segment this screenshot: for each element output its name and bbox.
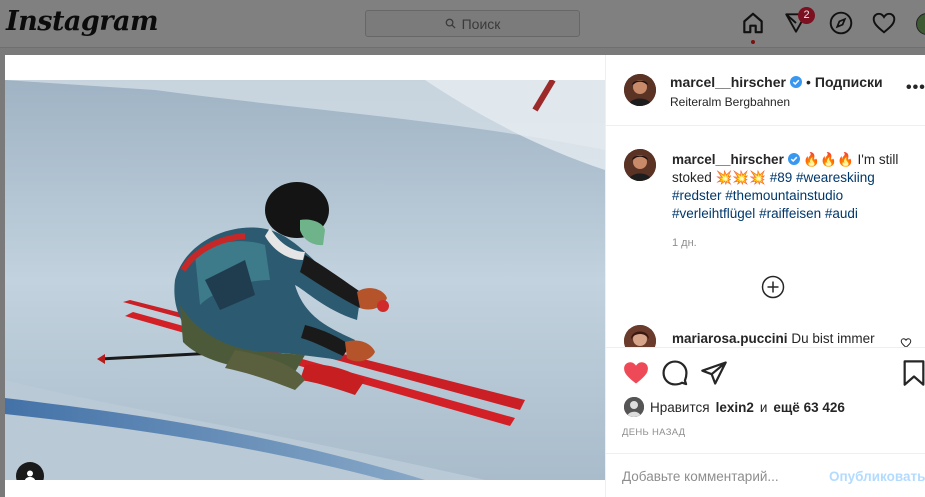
instagram-logo[interactable]: Instagram	[6, 6, 159, 37]
author-line: marcel__hirscher • Подписки	[670, 74, 883, 90]
hashtag-link[interactable]: #themountainstudio	[725, 188, 843, 203]
skier-photo	[5, 80, 605, 480]
caption-author-avatar[interactable]	[624, 149, 656, 181]
location-link[interactable]: Reiteralm Bergbahnen	[670, 95, 790, 109]
save-button[interactable]	[900, 359, 925, 387]
header-separator: •	[805, 74, 811, 90]
direct-icon	[701, 361, 727, 385]
like-button[interactable]	[622, 359, 650, 387]
home-active-dot	[751, 40, 755, 44]
hashtag-link[interactable]: #audi	[825, 206, 858, 221]
liker-avatar[interactable]	[624, 397, 644, 417]
heart-icon[interactable]	[871, 10, 897, 36]
search-input[interactable]: Поиск	[365, 10, 580, 37]
post-date[interactable]: ДЕНЬ НАЗАД	[622, 427, 685, 438]
comment-icon	[662, 360, 688, 386]
likes-count[interactable]: ещё 63 426	[773, 400, 844, 415]
profile-avatar[interactable]	[916, 13, 925, 35]
comments-list[interactable]: marcel__hirscher 🔥🔥🔥 I'm still stoked 💥💥…	[606, 127, 925, 347]
hashtag-link[interactable]: #89	[770, 170, 793, 185]
author-avatar[interactable]	[624, 74, 656, 106]
hashtag-link[interactable]: #raiffeisen	[759, 206, 821, 221]
author-username[interactable]: marcel__hirscher	[670, 74, 786, 90]
post-header: marcel__hirscher • Подписки Reiteralm Be…	[606, 55, 925, 126]
caption-time[interactable]: 1 дн.	[672, 237, 697, 249]
plus-circle-icon	[761, 275, 785, 299]
comment-text: Du bist immer	[791, 331, 875, 346]
post-photo[interactable]	[5, 80, 605, 480]
comment-author[interactable]: mariarosa.puccini	[672, 331, 788, 346]
top-nav-bar: Instagram Поиск 2	[0, 0, 925, 48]
hashtag-link[interactable]: #weareskiing	[796, 170, 875, 185]
commenter-avatar[interactable]	[624, 325, 656, 347]
comment-like-icon[interactable]	[900, 337, 912, 347]
search-placeholder: Поиск	[461, 15, 501, 32]
divider	[606, 453, 925, 454]
post-caption: marcel__hirscher 🔥🔥🔥 I'm still stoked 💥💥…	[672, 151, 912, 223]
load-more-comments-button[interactable]	[761, 275, 785, 299]
activity-badge: 2	[798, 7, 815, 24]
likes-prefix: Нравится	[650, 399, 710, 415]
bookmark-icon	[903, 360, 925, 386]
liker-username[interactable]: lexin2	[716, 400, 754, 415]
more-options-icon[interactable]: •••	[906, 79, 925, 97]
post-side-panel: marcel__hirscher • Подписки Reiteralm Be…	[605, 55, 925, 497]
caption-author[interactable]: marcel__hirscher	[672, 152, 784, 167]
comment-button[interactable]	[661, 359, 689, 387]
divider	[606, 347, 925, 348]
add-comment-input[interactable]: Добавьте комментарий...	[622, 469, 779, 484]
verified-icon	[787, 153, 800, 165]
home-icon[interactable]	[740, 10, 766, 36]
user-icon	[24, 470, 36, 480]
post-modal: marcel__hirscher • Подписки Reiteralm Be…	[5, 55, 925, 497]
verified-icon	[789, 76, 802, 88]
explore-icon[interactable]	[828, 10, 854, 36]
comment-item: mariarosa.puccini Du bist immer	[672, 331, 875, 346]
heart-filled-icon	[624, 362, 648, 384]
publish-comment-button[interactable]: Опубликовать	[829, 469, 925, 484]
hashtag-link[interactable]: #redster	[672, 188, 722, 203]
hashtag-link[interactable]: #verleihtflügel	[672, 206, 755, 221]
likes-summary: Нравится lexin2 и ещё 63 426	[624, 397, 845, 417]
following-button[interactable]: Подписки	[815, 74, 883, 90]
likes-conjunction: и	[759, 399, 768, 415]
share-button[interactable]	[700, 359, 728, 387]
search-icon	[445, 18, 456, 29]
